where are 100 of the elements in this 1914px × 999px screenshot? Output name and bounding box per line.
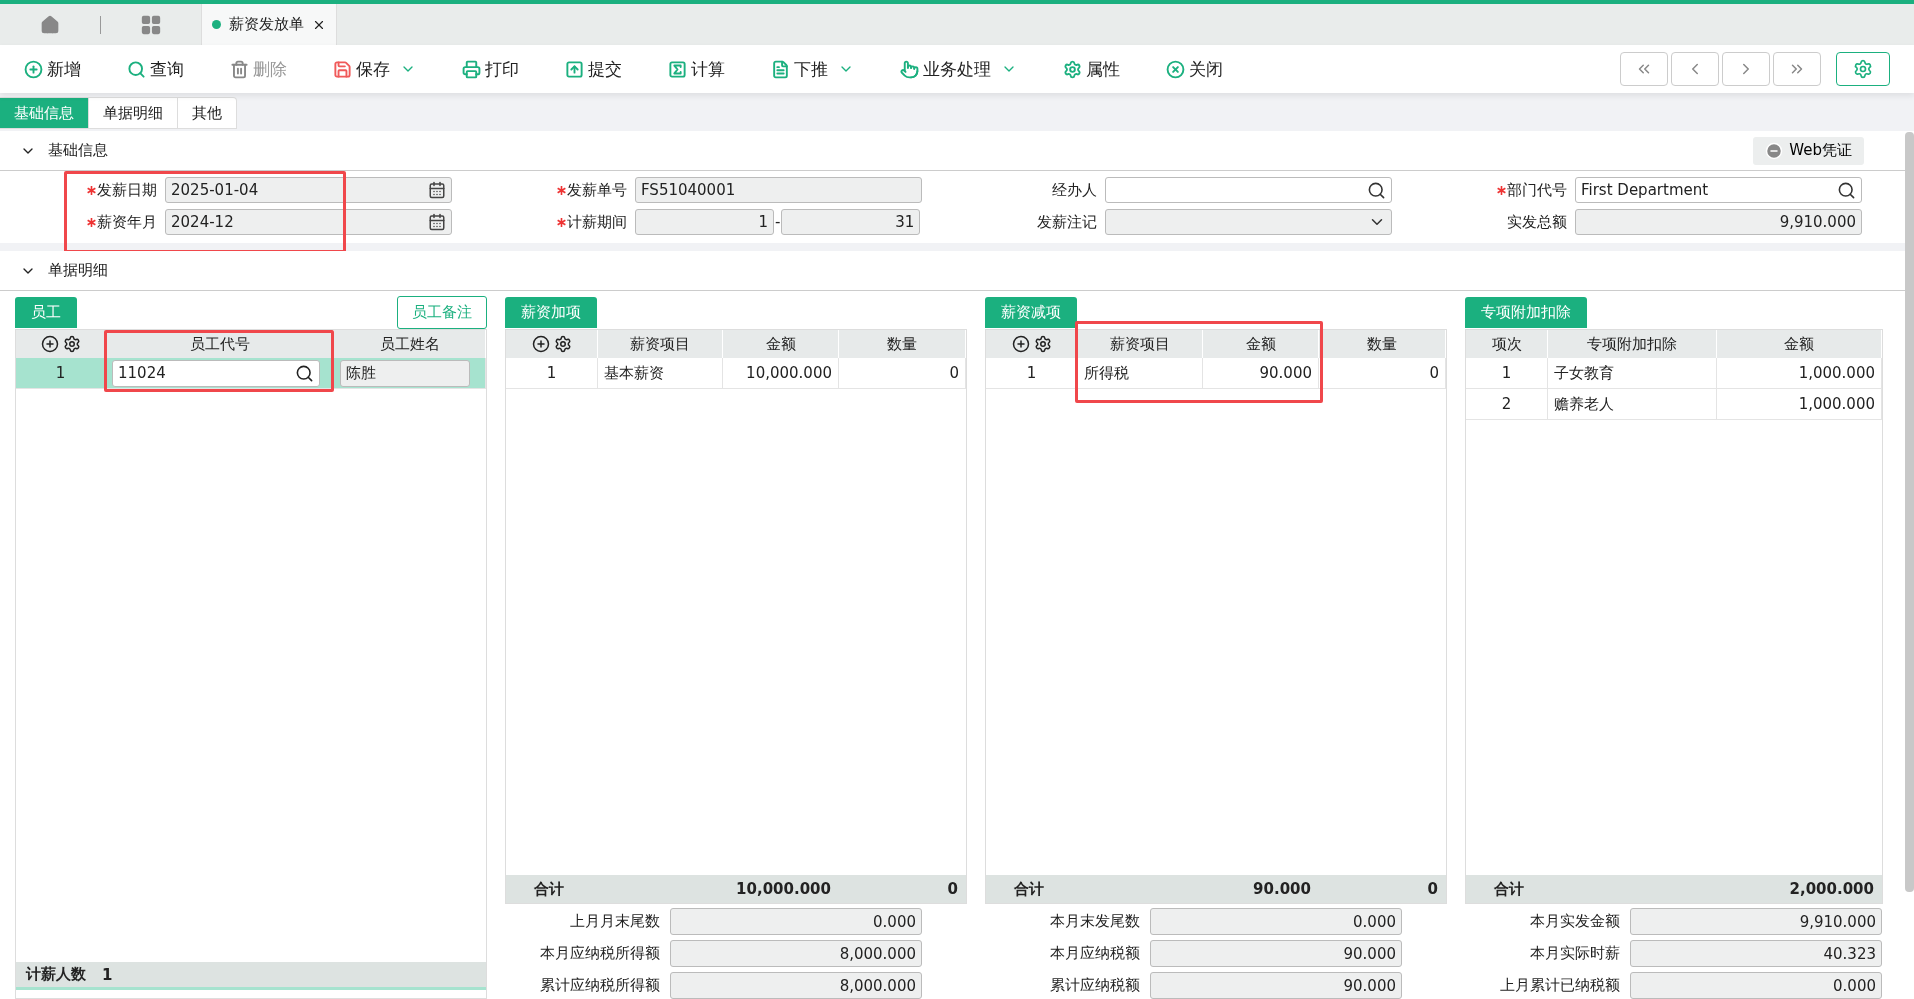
total-value: 90.000 [1253,880,1311,898]
toolbar-button[interactable]: 业务处理 [900,57,1017,81]
toolbar-icon [565,59,584,79]
total-value: 0 [1427,880,1438,898]
required-icon [87,217,96,227]
number-field: 0.000 [670,908,922,935]
search-field[interactable]: 11024 [112,359,320,387]
range-end-field[interactable]: 31 [781,209,921,235]
footer-label: 计薪人数 [26,965,86,984]
range-start-field[interactable]: 1 [635,209,774,235]
row-number: 1 [546,364,557,382]
search-icon[interactable] [1367,180,1386,200]
search-icon[interactable] [1837,180,1856,200]
section-tab[interactable]: 单据明细 [89,97,178,129]
total-label: 合计 [1494,879,1524,899]
number-field: 0.000 [1630,972,1882,999]
settings-icon[interactable] [62,335,81,353]
field-label: 计薪期间 [567,212,627,232]
date-field[interactable]: 2025-01-04 [165,177,452,203]
field-label: 经办人 [1052,180,1097,200]
toolbar-icon [900,59,919,79]
field-label: 本月实际时薪 [1529,944,1621,963]
row-number: 1 [1026,364,1037,382]
number-field: 8,000.000 [670,972,922,999]
total-value: 10,000.000 [736,880,831,898]
toolbar-button[interactable]: 关闭 [1166,57,1223,81]
toolbar-icon [462,59,481,79]
document-tab[interactable]: 薪资发放单 [201,4,337,45]
total-label: 合计 [534,879,564,899]
toolbar-icon [668,59,687,79]
field-label: 实发总额 [1507,212,1567,232]
settings-icon[interactable] [553,335,572,353]
settings-icon [1853,59,1873,79]
required-icon [87,185,96,195]
table-cell: 1,000.000 [1798,395,1875,413]
field-label: 累计应纳税额 [1049,976,1141,995]
number-field: 0.000 [1150,908,1402,935]
field-label: 本月实发金额 [1529,912,1621,931]
search-field[interactable] [1105,177,1392,203]
add-row-icon[interactable] [1011,335,1030,353]
date-field[interactable]: 2024-12 [165,209,452,235]
add-row-icon[interactable] [40,335,59,353]
table-cell: 0 [1429,364,1439,382]
minus-circle-icon [1765,141,1784,160]
section-title: 基础信息 [48,141,108,160]
toolbar-button[interactable]: 打印 [462,57,519,81]
scrollbar[interactable] [1905,132,1914,892]
text-field: 陈胜 [340,359,470,387]
row-number: 1 [55,364,66,382]
select-field[interactable] [1105,209,1392,235]
table-cell: 90.000 [1259,364,1312,382]
table-row[interactable]: 1 11024 陈胜 [16,358,486,389]
field-label: 发薪单号 [567,180,627,200]
table-row[interactable]: 1 所得税 90.000 0 [986,358,1446,389]
field-label: 薪资年月 [97,212,157,232]
field-label: 累计应纳税所得额 [539,976,661,995]
toolbar-button[interactable]: 计算 [668,57,725,81]
number-field: 9,910.000 [1630,908,1882,935]
total-value: 2,000.000 [1789,880,1874,898]
search-icon[interactable] [295,363,314,383]
footer-value: 1 [102,965,113,984]
table-row[interactable]: 1 基本薪资 10,000.000 0 [506,358,966,389]
number-field[interactable]: 9,910.000 [1575,209,1862,235]
section-tab[interactable]: 其他 [178,97,237,129]
settings-button[interactable] [1836,52,1890,86]
table-cell: 0 [949,364,959,382]
total-label: 合计 [1014,879,1044,899]
toolbar-icon [771,59,790,79]
table-row[interactable]: 1 子女教育 1,000.000 [1466,358,1882,389]
toolbar-button[interactable]: 查询 [127,57,184,81]
toolbar-icon [333,59,352,79]
toolbar-button[interactable]: 保存 [333,57,416,81]
table-cell: 基本薪资 [604,363,664,383]
table-cell: 10,000.000 [746,364,832,382]
field-label: 本月应纳税所得额 [539,944,661,963]
add-row-icon[interactable] [531,335,550,353]
toolbar-button[interactable]: 属性 [1063,57,1120,81]
table-cell: 所得税 [1084,363,1129,383]
calendar-icon[interactable] [428,213,446,231]
search-field[interactable]: First Department [1575,177,1862,203]
field-label: 发薪注记 [1037,212,1097,232]
field-label: 本月应纳税额 [1049,944,1141,963]
settings-icon[interactable] [1033,335,1052,353]
home-icon[interactable] [40,14,60,35]
toolbar-button[interactable]: 下推 [771,57,854,81]
required-icon [557,185,566,195]
text-field[interactable]: FS51040001 [635,177,922,203]
toolbar-icon [127,59,146,79]
toolbar-icon [230,59,249,79]
web-voucher-button[interactable]: Web凭证 [1753,136,1864,165]
field-label: 本月末发尾数 [1049,912,1141,931]
section-title: 单据明细 [48,261,108,280]
grid-icon[interactable] [140,13,162,36]
calendar-icon[interactable] [428,181,446,199]
field-label: 上月累计已纳税额 [1499,976,1621,995]
table-row[interactable]: 2 赡养老人 1,000.000 [1466,389,1882,420]
toolbar-button[interactable]: 新增 [24,57,81,81]
status-dot [212,20,221,29]
toolbar-button[interactable]: 提交 [565,57,622,81]
field-label: 部门代号 [1507,180,1567,200]
